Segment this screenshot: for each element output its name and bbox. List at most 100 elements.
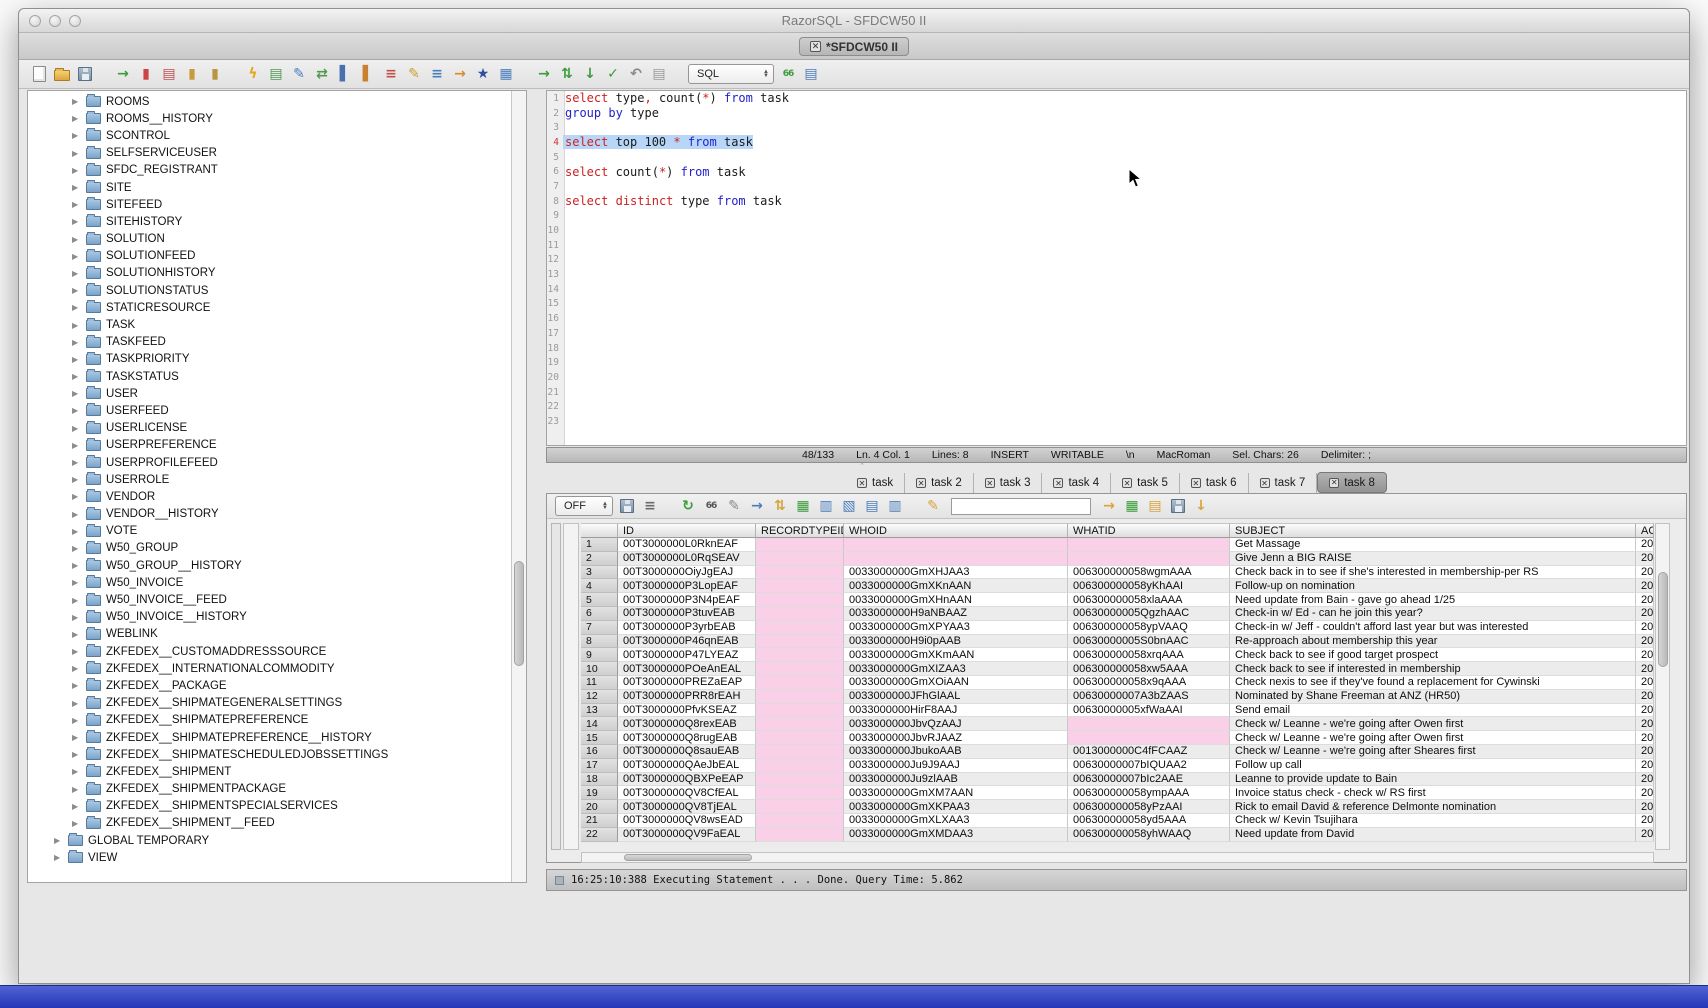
grid-cell[interactable]: 006300000058yd5AAA <box>1068 814 1230 828</box>
grid-cell[interactable]: 200 <box>1636 566 1654 580</box>
save-grid-icon[interactable] <box>1171 499 1185 513</box>
grid-header-SUBJECT[interactable]: SUBJECT <box>1230 523 1636 538</box>
code-text[interactable]: group by type <box>563 106 659 120</box>
grid-cell[interactable]: 00T3000000QV8wsEAD <box>618 814 756 828</box>
sidebar-item-solutionhistory[interactable]: ▶SOLUTIONHISTORY <box>28 265 511 282</box>
disclosure-triangle-icon[interactable]: ▶ <box>72 458 81 467</box>
grid-cell[interactable] <box>756 607 844 621</box>
open-file-icon[interactable] <box>54 70 70 81</box>
grid-cell[interactable] <box>756 552 844 566</box>
next-result-icon[interactable]: → <box>1100 497 1118 515</box>
columns-icon[interactable]: ▥ <box>817 497 835 515</box>
row-number-cell[interactable]: 12 <box>581 690 618 704</box>
row-number-cell[interactable]: 4 <box>581 579 618 593</box>
result-tab-task-7[interactable]: ✕task 7 <box>1249 473 1318 493</box>
grid-cell[interactable]: Send email <box>1230 704 1636 718</box>
row-number-cell[interactable]: 3 <box>581 566 618 580</box>
grid-cell[interactable]: 00T3000000L0RknEAF <box>618 538 756 552</box>
grid-cell[interactable]: 006300000058ympAAA <box>1068 786 1230 800</box>
sidebar-item-w50_invoice__history[interactable]: ▶W50_INVOICE__HISTORY <box>28 609 511 626</box>
grid-cell[interactable] <box>756 538 844 552</box>
disclosure-triangle-icon[interactable]: ▶ <box>72 338 81 347</box>
disclosure-triangle-icon[interactable]: ▶ <box>72 166 81 175</box>
disclosure-triangle-icon[interactable]: ▶ <box>72 785 81 794</box>
grid-cell[interactable]: 006300000058xlaAAA <box>1068 593 1230 607</box>
row-number-cell[interactable]: 9 <box>581 648 618 662</box>
disclosure-triangle-icon[interactable]: ▶ <box>72 802 81 811</box>
grid-cell[interactable]: 006300000058ypVAAQ <box>1068 621 1230 635</box>
grid-cell[interactable]: Re-approach about membership this year <box>1230 635 1636 649</box>
grid-vertical-scrollbar[interactable] <box>1655 523 1670 850</box>
disclosure-triangle-icon[interactable]: ▶ <box>72 630 81 639</box>
format-lines-icon[interactable]: ≡ <box>428 65 446 83</box>
row-number-cell[interactable]: 20 <box>581 800 618 814</box>
row-number-cell[interactable]: 7 <box>581 621 618 635</box>
grid-cell[interactable]: 006300000058yKhAAI <box>1068 579 1230 593</box>
disclosure-triangle-icon[interactable]: ▶ <box>72 441 81 450</box>
grid-cell[interactable]: 200 <box>1636 773 1654 787</box>
history-list-icon[interactable]: ≡ <box>382 65 400 83</box>
row-number-cell[interactable]: 8 <box>581 635 618 649</box>
grid-horizontal-scrollbar[interactable] <box>581 852 1654 863</box>
grid-cell[interactable]: 00630000007bIc2AAE <box>1068 773 1230 787</box>
rollback-icon[interactable]: ↶ <box>627 65 645 83</box>
grid-cell[interactable]: Check back in to see if she's interested… <box>1230 566 1636 580</box>
sidebar-item-zkfedex__internationalcommodity[interactable]: ▶ZKFEDEX__INTERNATIONALCOMMODITY <box>28 660 511 677</box>
disclosure-triangle-icon[interactable]: ▶ <box>72 664 81 673</box>
grid-cell[interactable]: Check w/ Kevin Tsujihara <box>1230 814 1636 828</box>
copy-connection-icon[interactable]: ▤ <box>160 65 178 83</box>
sidebar-item-rooms__history[interactable]: ▶ROOMS__HISTORY <box>28 110 511 127</box>
grid-cell[interactable]: 00T3000000L0RqSEAV <box>618 552 756 566</box>
sidebar-item-userprofilefeed[interactable]: ▶USERPROFILEFEED <box>28 454 511 471</box>
grid-hscroll-thumb[interactable] <box>624 854 752 861</box>
grid-cell[interactable]: 200 <box>1636 676 1654 690</box>
download-icon[interactable]: ↓ <box>1192 497 1210 515</box>
grid-cell[interactable]: 006300000058xw5AAA <box>1068 662 1230 676</box>
grid-cell[interactable]: 0033000000H9aNBAAZ <box>844 607 1068 621</box>
log-icon[interactable]: ▤ <box>650 65 668 83</box>
grid-cell[interactable] <box>756 786 844 800</box>
grid-cell[interactable] <box>756 593 844 607</box>
grid-cell[interactable] <box>1068 731 1230 745</box>
grid-cell[interactable] <box>756 690 844 704</box>
sidebar-item-sitehistory[interactable]: ▶SITEHISTORY <box>28 213 511 230</box>
disclosure-triangle-icon[interactable]: ▶ <box>72 767 81 776</box>
grid-cell[interactable]: 0033000000GmXKPAA3 <box>844 800 1068 814</box>
grid-header-WHOID[interactable]: WHOID <box>844 523 1068 538</box>
disclosure-triangle-icon[interactable]: ▶ <box>72 424 81 433</box>
grid-cell[interactable]: Check w/ Leanne - we're going after Shea… <box>1230 745 1636 759</box>
grid-search-input[interactable] <box>951 498 1091 515</box>
sidebar-item-w50_group[interactable]: ▶W50_GROUP <box>28 540 511 557</box>
sidebar-item-zkfedex__shipmentspecialservices[interactable]: ▶ZKFEDEX__SHIPMENTSPECIALSERVICES <box>28 798 511 815</box>
grid-cell[interactable] <box>756 579 844 593</box>
compare-icon[interactable]: ⇄ <box>313 65 331 83</box>
sidebar-item-zkfedex__shipmentpackage[interactable]: ▶ZKFEDEX__SHIPMENTPACKAGE <box>28 781 511 798</box>
grid-cell[interactable]: 0033000000GmXIZAA3 <box>844 662 1068 676</box>
sidebar-item-vendor[interactable]: ▶VENDOR <box>28 488 511 505</box>
sidebar-item-zkfedex__shipmatepreference__history[interactable]: ▶ZKFEDEX__SHIPMATEPREFERENCE__HISTORY <box>28 729 511 746</box>
grid-cell[interactable]: 200 <box>1636 538 1654 552</box>
disclosure-triangle-icon[interactable]: ▶ <box>72 492 81 501</box>
copy-icon[interactable]: ▤ <box>863 497 881 515</box>
grid-cell[interactable]: Need update from Bain - gave go ahead 1/… <box>1230 593 1636 607</box>
grid-cell[interactable]: Invoice status check - check w/ RS first <box>1230 786 1636 800</box>
grid-cell[interactable] <box>756 704 844 718</box>
sidebar-item-vote[interactable]: ▶VOTE <box>28 523 511 540</box>
sidebar-item-rooms[interactable]: ▶ROOMS <box>28 93 511 110</box>
sidebar-item-task[interactable]: ▶TASK <box>28 316 511 333</box>
grid-cell[interactable]: 0033000000GmXKmAAN <box>844 648 1068 662</box>
sidebar-item-selfserviceuser[interactable]: ▶SELFSERVICEUSER <box>28 145 511 162</box>
sql-mode-select[interactable]: SQL▲▼ <box>688 64 774 84</box>
result-tab-task[interactable]: ✕task <box>846 473 905 493</box>
execute-sql-icon[interactable]: ϟ <box>244 65 262 83</box>
grid-cell[interactable]: 0033000000GmXLXAA3 <box>844 814 1068 828</box>
result-tab-task-5[interactable]: ✕task 5 <box>1111 473 1180 493</box>
edit-list-icon[interactable]: ✎ <box>405 65 423 83</box>
grid-cell[interactable]: 00T3000000PRR8rEAH <box>618 690 756 704</box>
regen-table-icon[interactable]: ▦ <box>794 497 812 515</box>
grid-cell[interactable]: 00630000007A3bZAAS <box>1068 690 1230 704</box>
grid-cell[interactable]: 00T3000000Q8sauEAB <box>618 745 756 759</box>
add-connection-icon[interactable]: ▮ <box>137 65 155 83</box>
grid-cell[interactable] <box>756 800 844 814</box>
describe-icon[interactable]: ▤ <box>802 65 820 83</box>
